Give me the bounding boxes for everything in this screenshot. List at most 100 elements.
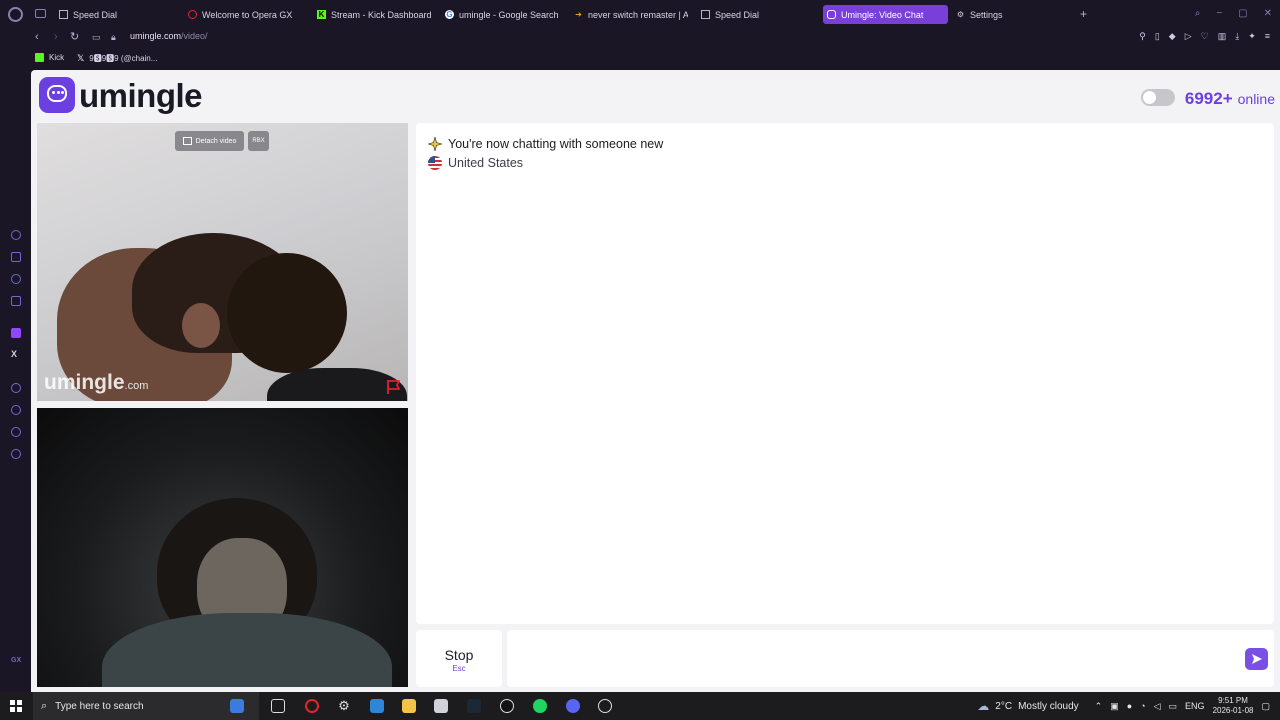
stop-button[interactable]: Stop Esc bbox=[416, 630, 502, 687]
url-field[interactable]: umingle.com/video/ bbox=[130, 31, 208, 41]
bookmark-icon[interactable]: ▯ bbox=[1155, 31, 1160, 42]
bookmark-x-profile[interactable]: 𝕏 9🆂9🆂9 (@chain... bbox=[77, 53, 157, 64]
online-label: online bbox=[1237, 91, 1275, 107]
notifications-icon[interactable]: ▢ bbox=[1261, 701, 1270, 712]
pin-icon[interactable]: ⚲ bbox=[1139, 31, 1146, 42]
search-tabs-icon[interactable]: ⌕ bbox=[1195, 8, 1201, 19]
report-flag-icon[interactable] bbox=[386, 379, 402, 395]
settings-taskbar-icon[interactable]: ⚙ bbox=[337, 699, 351, 713]
spotify-icon[interactable] bbox=[533, 699, 547, 713]
language-indicator[interactable]: ENG bbox=[1185, 701, 1205, 711]
vscode-icon[interactable] bbox=[370, 699, 384, 713]
discord-taskbar-icon[interactable] bbox=[566, 699, 580, 713]
tab-speed-dial-2[interactable]: Speed Dial bbox=[697, 5, 817, 24]
twitch-icon[interactable] bbox=[11, 328, 21, 338]
tab-umingle-video-chat[interactable]: Umingle: Video Chat bbox=[823, 5, 948, 24]
kick-icon bbox=[35, 53, 44, 62]
new-tab-plus-icon[interactable]: + bbox=[1080, 7, 1087, 21]
minimize-icon[interactable]: − bbox=[1216, 8, 1222, 19]
refresh-icon[interactable] bbox=[11, 230, 21, 240]
watermark-text: umingle bbox=[44, 371, 125, 394]
url-host: umingle.com bbox=[130, 31, 182, 41]
calculator-icon[interactable] bbox=[434, 699, 448, 713]
tab-kick-dashboard[interactable]: K Stream - Kick Dashboard bbox=[313, 5, 435, 24]
rbx-button[interactable]: RBX bbox=[248, 131, 269, 151]
chat-status-text: You're now chatting with someone new bbox=[448, 137, 664, 151]
theme-toggle[interactable] bbox=[1140, 89, 1175, 106]
detach-video-label: Detach video bbox=[195, 137, 237, 145]
gx-corner-icon[interactable]: GX bbox=[11, 657, 21, 664]
play-icon[interactable]: ▷ bbox=[1185, 31, 1192, 42]
weather-desc: Mostly cloudy bbox=[1018, 700, 1079, 712]
store-icon[interactable] bbox=[11, 252, 21, 262]
settings-icon[interactable] bbox=[11, 449, 21, 459]
history-icon[interactable] bbox=[11, 405, 21, 415]
weather-temp: 2°C bbox=[995, 700, 1013, 712]
opera-gx-taskbar-icon[interactable] bbox=[305, 699, 319, 713]
umingle-watermark: umingle.com bbox=[44, 371, 148, 395]
send-button[interactable] bbox=[1245, 648, 1268, 670]
tab-speed-dial[interactable]: Speed Dial bbox=[55, 5, 175, 24]
sneaker-app-icon[interactable] bbox=[230, 699, 244, 713]
tab-menu-icon[interactable] bbox=[35, 9, 46, 18]
tab-label: umingle - Google Search bbox=[459, 9, 559, 20]
gear-icon: ⚙ bbox=[956, 10, 965, 19]
mic-icon[interactable]: ● bbox=[1127, 701, 1132, 711]
detach-video-button[interactable]: Detach video bbox=[175, 131, 244, 151]
umingle-logo-text[interactable]: umingle bbox=[79, 77, 203, 115]
menu-icon[interactable]: ≡ bbox=[1265, 31, 1270, 42]
sparkle-icon bbox=[428, 137, 442, 151]
x-icon[interactable]: X bbox=[11, 349, 17, 359]
file-explorer-icon[interactable] bbox=[402, 699, 416, 713]
windows-start-icon[interactable] bbox=[10, 700, 22, 712]
network-icon[interactable]: ▣ bbox=[1110, 701, 1119, 712]
weather-widget[interactable]: ☁ 2°C Mostly cloudy bbox=[977, 699, 1078, 713]
umingle-logo-icon[interactable] bbox=[39, 77, 75, 113]
message-input[interactable] bbox=[507, 630, 1274, 687]
clipchamp-icon[interactable] bbox=[500, 699, 514, 713]
remote-person-ear bbox=[182, 303, 220, 348]
back-icon[interactable]: ‹ bbox=[35, 30, 39, 44]
bookmark-kick[interactable]: Kick bbox=[35, 53, 64, 62]
heart-icon[interactable]: ♡ bbox=[1201, 31, 1209, 42]
tab-google-search[interactable]: G umingle - Google Search bbox=[441, 5, 563, 24]
detach-icon bbox=[182, 137, 192, 145]
steam-icon[interactable] bbox=[467, 699, 481, 713]
country-name: United States bbox=[448, 156, 524, 170]
opera-gx-logo-icon[interactable] bbox=[8, 7, 23, 22]
extensions-icon[interactable] bbox=[11, 427, 21, 437]
us-flag-icon bbox=[428, 156, 442, 170]
close-window-icon[interactable]: ✕ bbox=[1264, 8, 1272, 19]
system-tray: ☁ 2°C Mostly cloudy ⌃ ▣ ● ◔ ◁ ▭ ENG 9:51… bbox=[977, 692, 1270, 720]
remote-video[interactable]: Detach video RBX umingle.com bbox=[37, 123, 408, 401]
wifi-icon[interactable]: ◔ bbox=[1140, 701, 1145, 711]
media-player-icon[interactable] bbox=[598, 699, 612, 713]
player-icon[interactable] bbox=[11, 383, 21, 393]
download-icon[interactable]: ⤓ bbox=[1235, 31, 1239, 42]
discord-icon[interactable] bbox=[11, 274, 21, 284]
clock[interactable]: 9:51 PM 2026-01-08 bbox=[1213, 696, 1254, 716]
chevron-up-icon[interactable]: ⌃ bbox=[1095, 701, 1103, 712]
task-view-icon[interactable] bbox=[271, 699, 285, 713]
snapshot-icon[interactable]: ▭ bbox=[92, 30, 101, 44]
battery-icon[interactable]: ▭ bbox=[1169, 701, 1178, 712]
tab-settings[interactable]: ⚙ Settings bbox=[952, 5, 1032, 24]
messenger-icon[interactable] bbox=[11, 296, 21, 306]
tab-label: Umingle: Video Chat bbox=[841, 9, 924, 20]
volume-icon[interactable]: ◁ bbox=[1154, 701, 1161, 712]
kick-icon: K bbox=[317, 10, 326, 19]
local-video[interactable] bbox=[37, 408, 408, 687]
reload-icon[interactable]: ↻ bbox=[70, 30, 79, 44]
tab-label: Welcome to Opera GX bbox=[202, 9, 293, 20]
shield-icon[interactable]: ◆ bbox=[1169, 31, 1176, 42]
wallet-icon[interactable]: ▥ bbox=[1218, 31, 1227, 42]
address-bar: ‹ › ↻ ▭ 🔒︎ umingle.com/video/ ⚲ ▯ ◆ ▷ ♡ … bbox=[0, 28, 1280, 46]
ai-icon[interactable]: ✦ bbox=[1248, 31, 1256, 42]
tab-never-switch[interactable]: ➔ never switch remaster | A bbox=[570, 5, 688, 24]
taskbar-search[interactable]: ⌕ Type here to search bbox=[33, 692, 259, 720]
maximize-icon[interactable]: ▢ bbox=[1238, 8, 1247, 19]
search-icon: ⌕ bbox=[41, 699, 48, 712]
forward-icon[interactable]: › bbox=[54, 30, 58, 44]
tab-welcome-opera[interactable]: Welcome to Opera GX bbox=[184, 5, 304, 24]
x-icon: 𝕏 bbox=[77, 53, 85, 63]
